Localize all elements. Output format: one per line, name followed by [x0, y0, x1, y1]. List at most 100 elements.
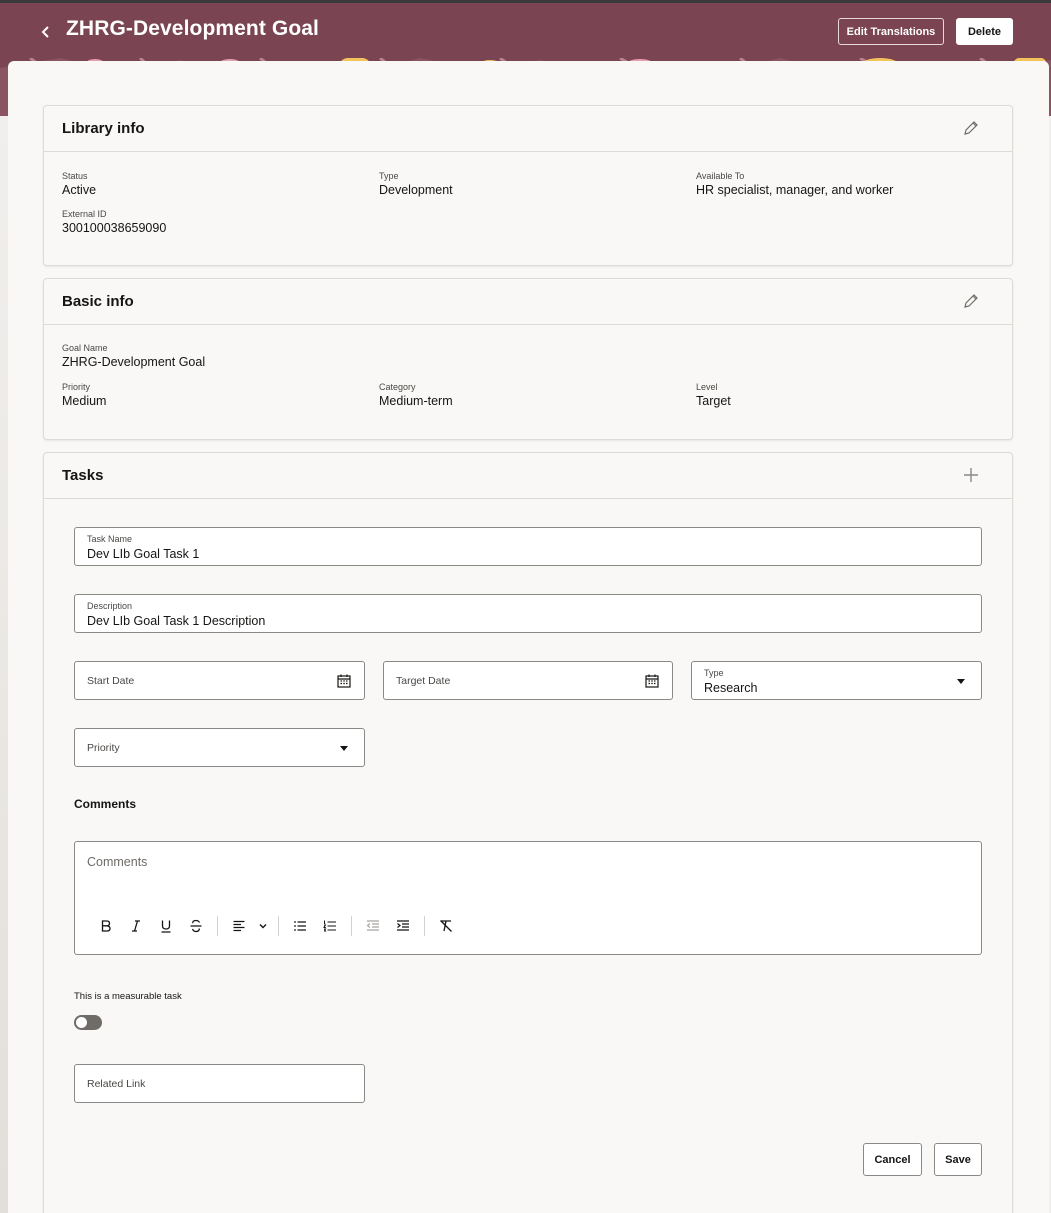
card-header: Library info: [44, 106, 1012, 152]
card-title: Basic info: [62, 293, 134, 310]
calendar-icon[interactable]: [644, 673, 660, 689]
basic-info-card: Basic info Goal Name ZHRG-Development Go…: [43, 278, 1013, 440]
external-id-value: 300100038659090: [62, 221, 167, 235]
numbered-list-icon: [323, 920, 336, 932]
caret-down-icon: [957, 679, 965, 684]
available-to-label: Available To: [696, 171, 745, 181]
goal-name-label: Goal Name: [62, 343, 108, 353]
type-select-label: Type: [704, 668, 724, 678]
bullet-list-icon: [294, 921, 306, 931]
plus-icon: [964, 468, 978, 482]
goal-name-value: ZHRG-Development Goal: [62, 355, 206, 369]
measurable-task-label: This is a measurable task: [74, 991, 182, 1002]
italic-button[interactable]: [121, 915, 151, 937]
align-button[interactable]: [224, 915, 254, 937]
outdent-icon: [366, 920, 379, 931]
related-link-placeholder: Related Link: [87, 1078, 146, 1090]
strikethrough-icon: [190, 919, 202, 933]
background-decoration: [0, 116, 8, 1213]
align-dropdown-button[interactable]: [254, 915, 272, 937]
edit-basic-info-button[interactable]: [962, 292, 982, 312]
category-value: Medium-term: [379, 394, 453, 408]
task-name-input[interactable]: Task Name Dev LIb Goal Task 1: [74, 527, 982, 566]
save-button[interactable]: Save: [934, 1143, 982, 1176]
cancel-button[interactable]: Cancel: [863, 1143, 922, 1176]
comments-placeholder: Comments: [87, 855, 148, 869]
priority-label: Priority: [62, 382, 91, 392]
delete-button[interactable]: Delete: [956, 18, 1013, 45]
type-field: Type Development: [379, 171, 453, 197]
clear-format-icon: [440, 920, 452, 932]
status-value: Active: [62, 183, 97, 197]
back-button[interactable]: [34, 20, 58, 44]
italic-icon: [132, 920, 140, 932]
comments-heading: Comments: [74, 797, 137, 811]
level-label: Level: [696, 382, 718, 392]
target-date-input[interactable]: Target Date: [383, 661, 673, 700]
pencil-icon: [964, 121, 978, 135]
level-value: Target: [696, 394, 731, 408]
available-to-value: HR specialist, manager, and worker: [696, 183, 894, 197]
toolbar-divider: [278, 916, 279, 936]
caret-down-icon: [340, 746, 348, 751]
indent-button[interactable]: [388, 915, 418, 937]
description-value: Dev LIb Goal Task 1 Description: [87, 614, 266, 628]
comments-editor[interactable]: Comments: [74, 841, 982, 955]
chevron-left-icon: [41, 26, 49, 38]
priority-select-placeholder: Priority: [87, 742, 120, 754]
align-icon: [233, 920, 245, 932]
edit-library-info-button[interactable]: [962, 119, 982, 139]
top-bar: [0, 0, 1051, 3]
task-name-label: Task Name: [87, 534, 133, 544]
library-info-card: Library info Status Active Type Developm…: [43, 105, 1013, 266]
card-header: Tasks: [44, 453, 1012, 499]
task-name-value: Dev LIb Goal Task 1: [87, 547, 200, 561]
category-field: Category Medium-term: [379, 382, 453, 408]
priority-select[interactable]: Priority: [74, 728, 365, 767]
toolbar-divider: [217, 916, 218, 936]
strikethrough-button[interactable]: [181, 915, 211, 937]
chevron-down-icon: [259, 924, 267, 929]
card-header: Basic info: [44, 279, 1012, 325]
external-id-field: External ID 300100038659090: [62, 209, 166, 235]
calendar-icon[interactable]: [336, 673, 352, 689]
target-date-placeholder: Target Date: [396, 675, 451, 687]
bold-button[interactable]: [91, 915, 121, 937]
underline-icon: [161, 920, 171, 933]
editor-toolbar: [91, 915, 461, 937]
toolbar-divider: [424, 916, 425, 936]
external-id-label: External ID: [62, 209, 107, 219]
category-label: Category: [379, 382, 416, 392]
page-title: ZHRG-Development Goal: [66, 17, 319, 40]
measurable-task-toggle[interactable]: [74, 1015, 102, 1030]
clear-format-button[interactable]: [431, 915, 461, 937]
bullet-list-button[interactable]: [285, 915, 315, 937]
pencil-icon: [964, 294, 978, 308]
start-date-input[interactable]: Start Date: [74, 661, 365, 700]
goal-name-field: Goal Name ZHRG-Development Goal: [62, 343, 205, 369]
start-date-placeholder: Start Date: [87, 675, 135, 687]
description-input[interactable]: Description Dev LIb Goal Task 1 Descript…: [74, 594, 982, 633]
edit-translations-button[interactable]: Edit Translations: [838, 18, 944, 45]
outdent-button[interactable]: [358, 915, 388, 937]
type-label: Type: [379, 171, 399, 181]
type-select[interactable]: Type Research: [691, 661, 982, 700]
type-select-value: Research: [704, 681, 758, 695]
underline-button[interactable]: [151, 915, 181, 937]
level-field: Level Target: [696, 382, 731, 408]
bold-icon: [101, 920, 111, 932]
status-label: Status: [62, 171, 88, 181]
related-link-input[interactable]: Related Link: [74, 1064, 365, 1103]
type-value: Development: [379, 183, 453, 197]
numbered-list-button[interactable]: [315, 915, 345, 937]
toggle-knob: [76, 1017, 87, 1028]
card-title: Tasks: [62, 467, 104, 484]
description-label: Description: [87, 601, 133, 611]
toolbar-divider: [351, 916, 352, 936]
priority-field: Priority Medium: [62, 382, 106, 408]
available-to-field: Available To HR specialist, manager, and…: [696, 171, 893, 197]
card-title: Library info: [62, 120, 145, 137]
add-task-button[interactable]: [962, 466, 982, 486]
status-field: Status Active: [62, 171, 96, 197]
indent-icon: [397, 920, 409, 931]
